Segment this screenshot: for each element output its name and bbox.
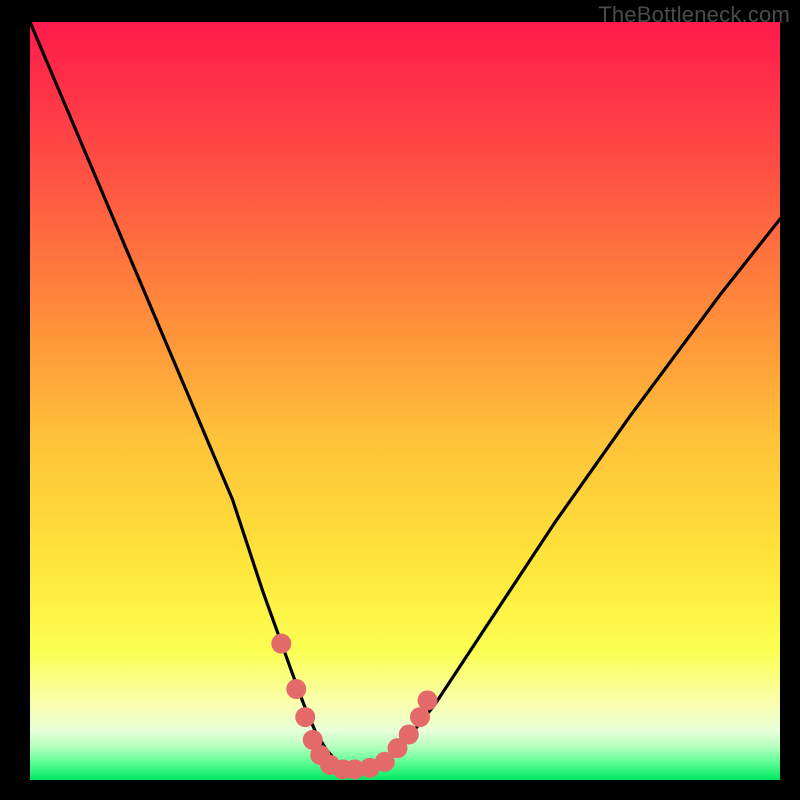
marker-dot bbox=[271, 634, 291, 654]
chart-frame: TheBottleneck.com bbox=[0, 0, 800, 800]
bottleneck-chart bbox=[30, 22, 780, 780]
marker-dot bbox=[286, 679, 306, 699]
chart-background bbox=[30, 22, 780, 780]
marker-dot bbox=[399, 725, 419, 745]
marker-dot bbox=[295, 707, 315, 727]
watermark-text: TheBottleneck.com bbox=[598, 2, 790, 28]
marker-dot bbox=[418, 690, 438, 710]
